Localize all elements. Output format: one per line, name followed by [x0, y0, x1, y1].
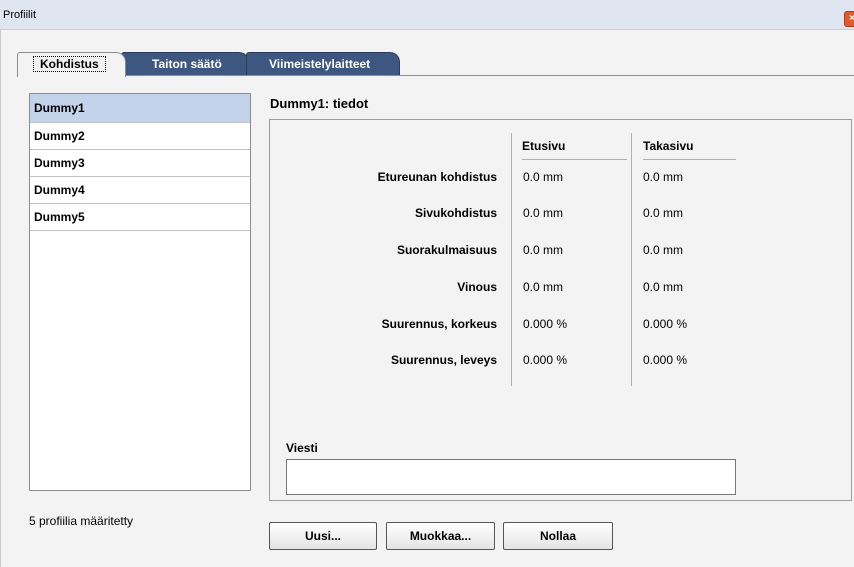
list-item[interactable]: Dummy2	[30, 123, 250, 150]
new-button[interactable]: Uusi...	[269, 522, 377, 550]
value-front: 0.0 mm	[523, 206, 564, 220]
tab-label: Kohdistus	[33, 56, 106, 72]
row-label-leading-edge: Etureunan kohdistus	[377, 170, 497, 184]
list-item[interactable]: Dummy5	[30, 204, 250, 231]
tab-label: Viimeistelylaitteet	[269, 57, 371, 71]
value-front: 0.000 %	[523, 353, 568, 367]
list-item[interactable]: Dummy4	[30, 177, 250, 204]
title-bar: Profiilit ×	[0, 0, 854, 30]
tab-taiton-saato[interactable]: Taiton säätö	[121, 52, 249, 75]
row-label-squareness: Suorakulmaisuus	[396, 243, 497, 257]
value-front: 0.0 mm	[523, 170, 564, 184]
value-back: 0.000 %	[643, 317, 688, 331]
value-front: 0.0 mm	[523, 280, 564, 294]
list-item[interactable]: Dummy3	[30, 150, 250, 177]
tab-kohdistus[interactable]: Kohdistus	[17, 52, 126, 77]
value-back: 0.0 mm	[643, 243, 684, 257]
window-title: Profiilit	[3, 9, 37, 21]
message-label: Viesti	[286, 441, 318, 455]
column-divider	[511, 133, 512, 386]
tab-label: Taiton säätö	[152, 57, 222, 71]
row-label-magnification-width: Suurennus, leveys	[390, 353, 497, 367]
column-header-front: Etusivu	[522, 139, 627, 160]
value-back: 0.0 mm	[643, 170, 684, 184]
reset-button[interactable]: Nollaa	[503, 522, 613, 550]
value-back: 0.0 mm	[643, 280, 684, 294]
row-label-skew: Vinous	[457, 280, 497, 294]
value-front: 0.0 mm	[523, 243, 564, 257]
close-icon[interactable]: ×	[844, 11, 854, 27]
tab-divider	[17, 75, 854, 76]
list-item[interactable]: Dummy1	[30, 94, 250, 123]
message-field[interactable]	[286, 459, 736, 495]
column-header-back: Takasivu	[643, 139, 736, 160]
value-back: 0.0 mm	[643, 206, 684, 220]
value-back: 0.000 %	[643, 353, 688, 367]
row-label-side: Sivukohdistus	[414, 206, 497, 220]
column-divider	[631, 133, 632, 386]
tab-viimeistelylaitteet[interactable]: Viimeistelylaitteet	[246, 52, 400, 75]
row-label-magnification-height: Suurennus, korkeus	[381, 317, 497, 331]
value-front: 0.000 %	[523, 317, 568, 331]
profile-list[interactable]: Dummy1 Dummy2 Dummy3 Dummy4 Dummy5	[29, 93, 251, 491]
details-title: Dummy1: tiedot	[270, 96, 369, 111]
edit-button[interactable]: Muokkaa...	[386, 522, 495, 550]
profile-count-label: 5 profiilia määritetty	[29, 514, 134, 528]
